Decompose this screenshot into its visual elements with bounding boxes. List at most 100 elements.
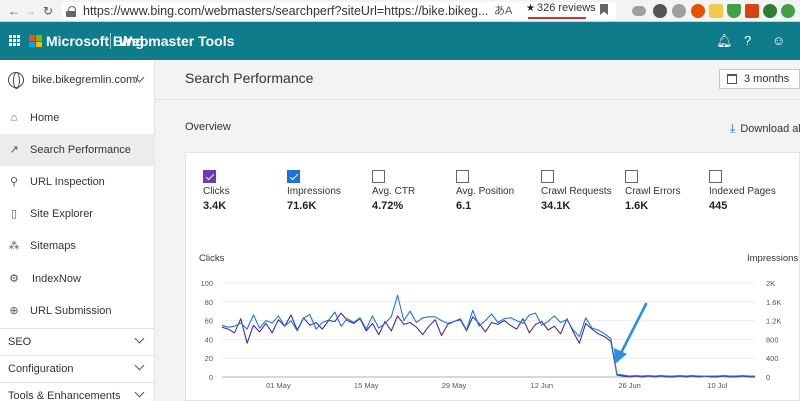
sidebar-item-url-inspection[interactable]: ⚲ URL Inspection — [0, 166, 155, 198]
y-tick-label: 60 — [205, 317, 213, 326]
performance-chart: 0 20 40 60 80 100 0 400 800 1.2K 1.6K 2K 01 May 15 Ma… — [200, 279, 781, 390]
forward-icon[interactable]: → — [20, 0, 40, 22]
globe-icon — [8, 72, 24, 89]
app-launcher-icon[interactable] — [9, 35, 20, 46]
y-tick-label: 0 — [209, 373, 213, 382]
reviews-count: 326 reviews — [536, 2, 596, 14]
y2-tick-label: 1.2K — [766, 317, 781, 326]
extension-icon[interactable] — [781, 4, 795, 18]
reviews-underline — [528, 17, 586, 19]
x-tick-label: 01 May — [266, 381, 291, 390]
bug-icon[interactable] — [691, 4, 705, 18]
sidebar-item-search-performance[interactable]: ↗ Search Performance — [0, 134, 155, 166]
sidebar-item-label: Home — [30, 112, 60, 124]
help-icon[interactable]: ? — [744, 33, 751, 48]
translate-icon[interactable]: あA — [494, 2, 512, 18]
extension-icon[interactable] — [745, 4, 759, 18]
indexed-pages-checkbox[interactable] — [709, 170, 722, 183]
sidebar-item-indexnow[interactable]: ⚙ IndexNow — [0, 263, 155, 295]
metric-impressions[interactable]: Impressions 71.6K — [287, 170, 341, 212]
chevron-down-icon — [134, 387, 145, 398]
extension-icon[interactable] — [672, 4, 686, 18]
browser-toolbar: ← → ↻ https://www.bing.com/webmasters/se… — [0, 0, 800, 22]
reviews-badge[interactable]: ★ 326 reviews — [526, 2, 596, 14]
metric-clicks[interactable]: Clicks 3.4K — [203, 170, 230, 212]
sidebar-item-label: URL Submission — [30, 305, 112, 317]
impressions-series-line — [221, 294, 755, 377]
k-icon[interactable] — [709, 4, 723, 18]
download-icon: ⤓ — [730, 121, 736, 135]
shield-icon[interactable] — [727, 4, 741, 18]
sidebar-group-tools[interactable]: Tools & Enhancements — [0, 382, 155, 401]
star-icon: ★ — [526, 2, 535, 14]
y-axis-title: Clicks — [199, 253, 225, 264]
x-tick-label: 15 May — [354, 381, 379, 390]
metric-crawl-requests[interactable]: Crawl Requests 34.1K — [541, 170, 612, 212]
sidebar-item-sitemaps[interactable]: ⁂ Sitemaps — [0, 230, 155, 262]
search-icon: ⚲ — [9, 176, 19, 188]
y-tick-label: 100 — [200, 279, 213, 288]
y-tick-label: 80 — [205, 298, 213, 307]
metric-value: 3.4K — [203, 200, 227, 212]
reload-icon[interactable]: ↻ — [38, 0, 58, 22]
sidebar-item-label: Site Explorer — [30, 208, 93, 220]
sidebar-item-url-submission[interactable]: ⊕ URL Submission — [0, 295, 155, 327]
metric-avg-position[interactable]: Avg. Position 6.1 — [456, 170, 514, 212]
metric-indexed-pages[interactable]: Indexed Pages 445 — [709, 170, 776, 212]
lock-icon — [66, 5, 76, 17]
metric-value: 1.6K — [625, 200, 649, 212]
smiley-icon[interactable]: ☺ — [772, 33, 785, 48]
sidebar-group-seo[interactable]: SEO — [0, 328, 155, 354]
metric-value: 445 — [709, 200, 728, 212]
metric-value: 71.6K — [287, 200, 317, 212]
crawl-requests-checkbox[interactable] — [541, 170, 554, 183]
globe-icon: ⊕ — [9, 305, 19, 317]
y-tick-label: 40 — [205, 335, 213, 344]
sidebar-item-home[interactable]: ⌂ Home — [0, 102, 155, 134]
position-checkbox[interactable] — [456, 170, 469, 183]
date-range-dropdown[interactable]: 3 months — [719, 69, 800, 89]
clicks-checkbox[interactable] — [203, 170, 216, 183]
gear-icon: ⚙ — [9, 273, 19, 285]
x-tick-label: 26 Jun — [618, 381, 641, 390]
metric-label: Crawl Errors — [625, 186, 681, 197]
header-divider — [110, 33, 111, 49]
sidebar-item-site-explorer[interactable]: ▯ Site Explorer — [0, 198, 155, 230]
sidebar-group-configuration[interactable]: Configuration — [0, 355, 155, 381]
sidebar-item-label: Sitemaps — [30, 240, 76, 252]
url-text: https://www.bing.com/webmasters/searchpe… — [83, 4, 489, 18]
metric-label: Crawl Requests — [541, 186, 612, 197]
x-tick-label: 10 Jul — [707, 381, 727, 390]
site-name: bike.bikegremlin.com/ — [32, 74, 139, 86]
metric-label: Indexed Pages — [709, 186, 776, 197]
impressions-checkbox[interactable] — [287, 170, 300, 183]
product-name[interactable]: Webmaster Tools — [119, 33, 234, 49]
cloud-icon[interactable] — [632, 6, 646, 16]
x-tick-label: 29 May — [442, 381, 467, 390]
extension-icon[interactable] — [653, 4, 667, 18]
microsoft-logo — [29, 35, 42, 47]
y2-tick-label: 800 — [766, 335, 779, 344]
y2-tick-label: 0 — [766, 373, 770, 382]
x-tick-label: 12 Jun — [531, 381, 554, 390]
chevron-down-icon — [134, 360, 145, 371]
metric-crawl-errors[interactable]: Crawl Errors 1.6K — [625, 170, 681, 212]
metric-label: Avg. Position — [456, 186, 515, 197]
y-tick-label: 20 — [205, 354, 213, 363]
ctr-checkbox[interactable] — [372, 170, 385, 183]
metric-value: 6.1 — [456, 200, 472, 212]
grammarly-icon[interactable] — [763, 4, 777, 18]
metric-avg-ctr[interactable]: Avg. CTR 4.72% — [372, 170, 415, 212]
download-label: Download all — [740, 122, 800, 135]
y2-tick-label: 1.6K — [766, 298, 781, 307]
download-all-button[interactable]: ⤓ Download all — [730, 121, 800, 136]
metric-label: Avg. CTR — [372, 186, 416, 197]
bell-icon[interactable]: 🔔︎ — [716, 33, 733, 49]
sidebar-item-label: URL Inspection — [30, 176, 105, 188]
site-selector[interactable]: bike.bikegremlin.com/ — [0, 60, 155, 100]
document-icon: ▯ — [10, 208, 18, 220]
annotation-arrow-shaft — [619, 302, 648, 355]
metric-value: 4.72% — [372, 200, 404, 212]
crawl-errors-checkbox[interactable] — [625, 170, 638, 183]
sidebar-group-label: Tools & Enhancements — [8, 390, 121, 401]
